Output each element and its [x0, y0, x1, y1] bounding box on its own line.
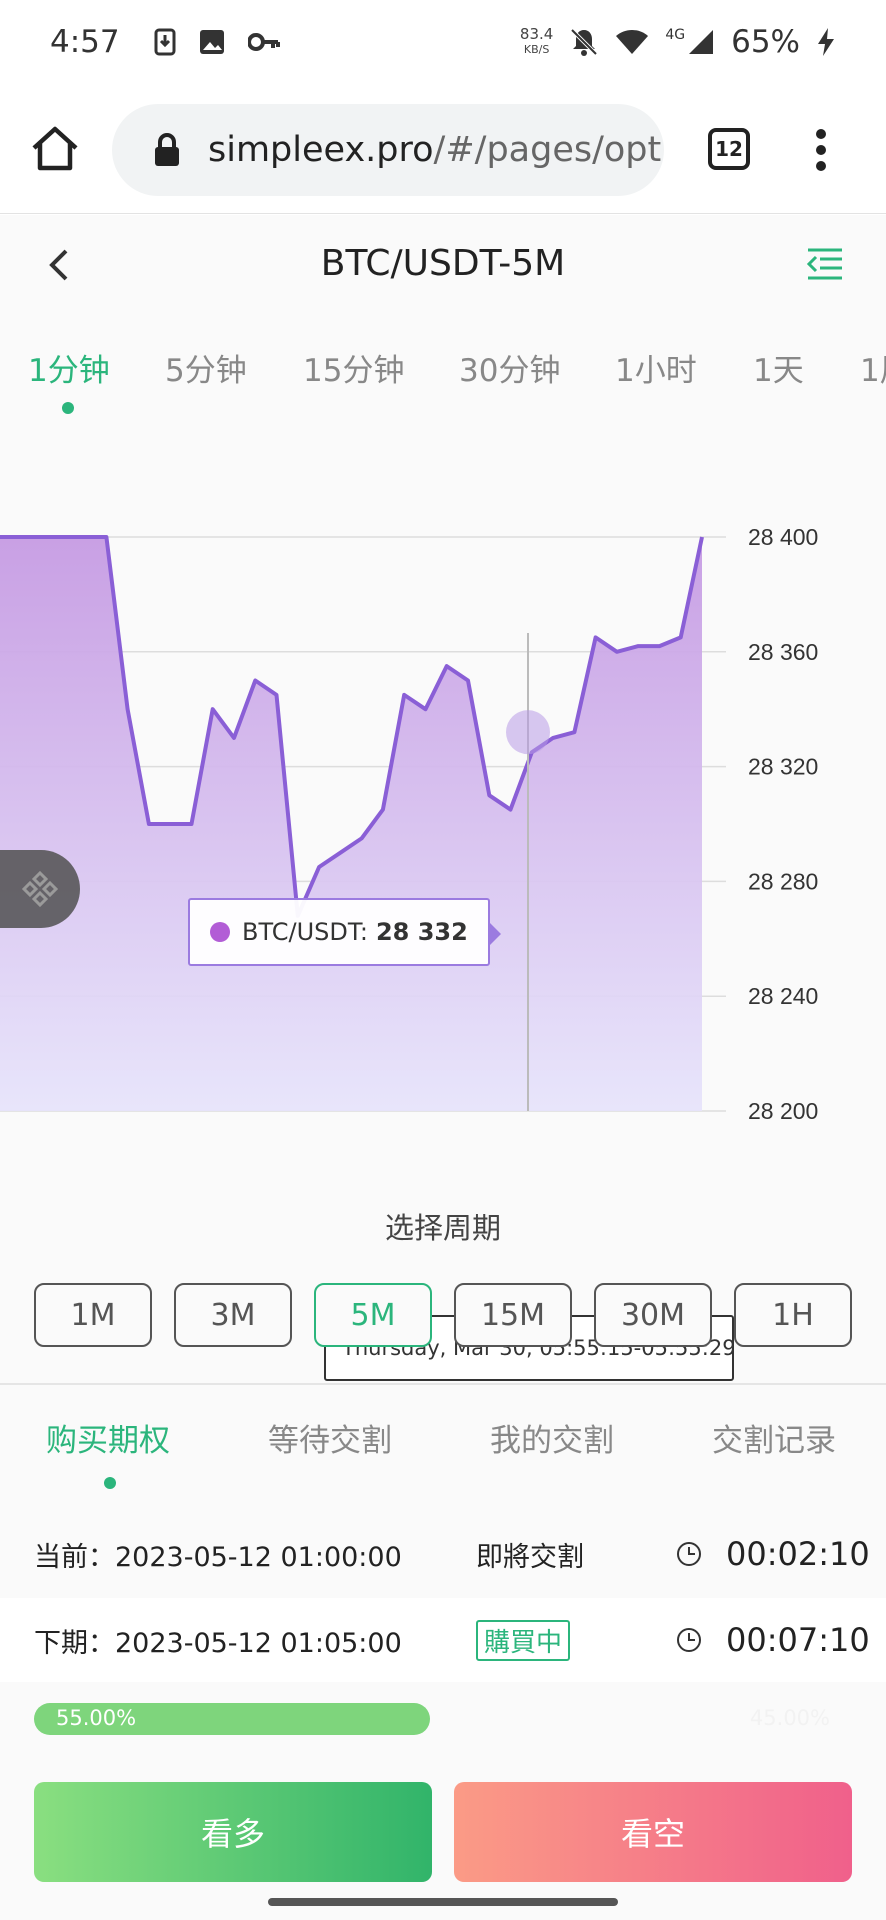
interval-tab[interactable]: 1分钟 — [28, 345, 110, 390]
mute-icon — [570, 28, 598, 56]
binance-logo-icon — [21, 870, 59, 908]
order-tab[interactable]: 交割记录 — [712, 1415, 836, 1460]
next-period-date: 下期：2023-05-12 01:05:00 — [34, 1627, 402, 1659]
network-type: 4G — [665, 27, 686, 43]
clock-icon — [677, 1542, 701, 1566]
net-speed-unit: KB/S — [523, 43, 550, 56]
y-tick-label: 28 320 — [748, 754, 818, 780]
period-label: 选择周期 — [384, 1211, 501, 1245]
period-button[interactable]: 5M — [314, 1283, 432, 1347]
menu-list-icon[interactable] — [806, 247, 844, 281]
status-time: 4:57 — [50, 24, 120, 60]
browser-toolbar: simpleex.pro/#/pages/opt 12 — [0, 84, 886, 214]
long-ratio-label: 55.00% — [56, 1706, 137, 1730]
page-header: BTC/USDT-5M — [0, 215, 886, 315]
interval-tab[interactable]: 1小时 — [615, 345, 697, 390]
y-tick-label: 28 240 — [748, 983, 818, 1009]
url-domain: simpleex.pro — [208, 130, 434, 170]
url-path: /#/pages/opt — [433, 130, 662, 170]
signal-icon — [689, 30, 714, 54]
current-period-state: 即將交割 — [476, 1541, 584, 1573]
tab-count: 12 — [715, 137, 743, 161]
home-icon[interactable] — [30, 124, 80, 174]
next-period-row: 下期：2023-05-12 01:05:00 購買中 00:07:10 — [0, 1598, 886, 1682]
series-area — [0, 537, 702, 1111]
page: BTC/USDT-5M 1分钟 5分钟 15分钟 30分钟 1小时 1天 1周 28 400… — [0, 215, 886, 1920]
interval-tab[interactable]: 1天 — [753, 345, 804, 390]
gesture-bar — [268, 1898, 618, 1906]
interval-tab[interactable]: 5分钟 — [165, 345, 247, 390]
interval-tab[interactable]: 15分钟 — [303, 345, 404, 390]
chart-svg: 28 400 28 360 28 320 28 280 28 240 28 200 — [0, 524, 818, 1124]
order-tab[interactable]: 等待交割 — [268, 1415, 392, 1460]
tooltip-arrow — [489, 922, 501, 946]
y-tick-label: 28 360 — [748, 639, 818, 665]
buying-status-badge: 購買中 — [476, 1619, 571, 1661]
tooltip-value: 28 332 — [375, 918, 468, 946]
current-period-row: 当前：2023-05-12 01:00:00 即將交割 00:02:10 — [0, 1512, 886, 1596]
lock-icon — [155, 133, 179, 166]
period-button[interactable]: 3M — [174, 1283, 292, 1347]
buy-long-button[interactable]: 看多 — [34, 1782, 432, 1882]
image-notification-icon — [199, 30, 224, 54]
key-icon — [247, 33, 280, 51]
current-period-date: 当前：2023-05-12 01:00:00 — [34, 1541, 402, 1573]
status-bar: 4:57 83.4 KB/S 4G 65% — [0, 0, 886, 84]
wifi-icon — [616, 30, 649, 54]
binance-badge[interactable] — [0, 850, 80, 928]
tab-switcher-button[interactable]: 12 — [708, 128, 750, 170]
order-tabs: 购买期权 等待交割 我的交割 交割记录 — [0, 1385, 886, 1505]
more-vert-icon[interactable] — [814, 128, 828, 172]
order-tab-active-indicator — [104, 1477, 116, 1489]
trade-actions: 看多 看空 — [34, 1782, 852, 1882]
interval-tab[interactable]: 1周 — [860, 345, 886, 390]
interval-active-indicator — [62, 402, 74, 414]
interval-tabs: 1分钟 5分钟 15分钟 30分钟 1小时 1天 1周 — [0, 345, 886, 405]
interval-tab[interactable]: 30分钟 — [459, 345, 560, 390]
short-ratio-label: 45.00% — [749, 1706, 830, 1730]
period-button[interactable]: 1M — [34, 1283, 152, 1347]
y-tick-label: 28 400 — [748, 524, 818, 550]
chart-tooltip: BTC/USDT: 28 332 — [188, 898, 501, 966]
hover-point — [506, 710, 550, 755]
price-chart[interactable]: 28 400 28 360 28 320 28 280 28 240 28 200 BTC… — [0, 415, 886, 1381]
y-tick-label: 28 280 — [748, 868, 818, 894]
current-countdown: 00:02:10 — [726, 1535, 870, 1573]
url-text: simpleex.pro/#/pages/opt — [208, 130, 661, 170]
battery-percent: 65% — [731, 24, 800, 60]
series-dot — [210, 922, 230, 942]
y-tick-label: 28 200 — [748, 1098, 818, 1124]
tooltip-series-label: BTC/USDT: — [242, 918, 368, 946]
period-button[interactable]: 30M — [594, 1283, 712, 1347]
clock-icon — [677, 1628, 701, 1652]
long-short-ratio-bar: 55.00% 45.00% — [34, 1703, 852, 1735]
next-countdown: 00:07:10 — [726, 1621, 870, 1659]
buy-short-button[interactable]: 看空 — [454, 1782, 852, 1882]
address-bar[interactable]: simpleex.pro/#/pages/opt — [112, 104, 664, 196]
charging-icon — [818, 28, 834, 56]
net-speed-value: 83.4 — [519, 25, 554, 43]
period-button[interactable]: 15M — [454, 1283, 572, 1347]
period-buttons: 1M 3M 5M 15M 30M 1H — [34, 1283, 852, 1347]
net-speed: 83.4 KB/S — [520, 27, 553, 57]
period-button[interactable]: 1H — [734, 1283, 852, 1347]
download-notification-icon — [154, 28, 176, 56]
order-tab[interactable]: 我的交割 — [490, 1415, 614, 1460]
order-tab[interactable]: 购买期权 — [46, 1415, 170, 1460]
page-title: BTC/USDT-5M — [320, 243, 566, 284]
